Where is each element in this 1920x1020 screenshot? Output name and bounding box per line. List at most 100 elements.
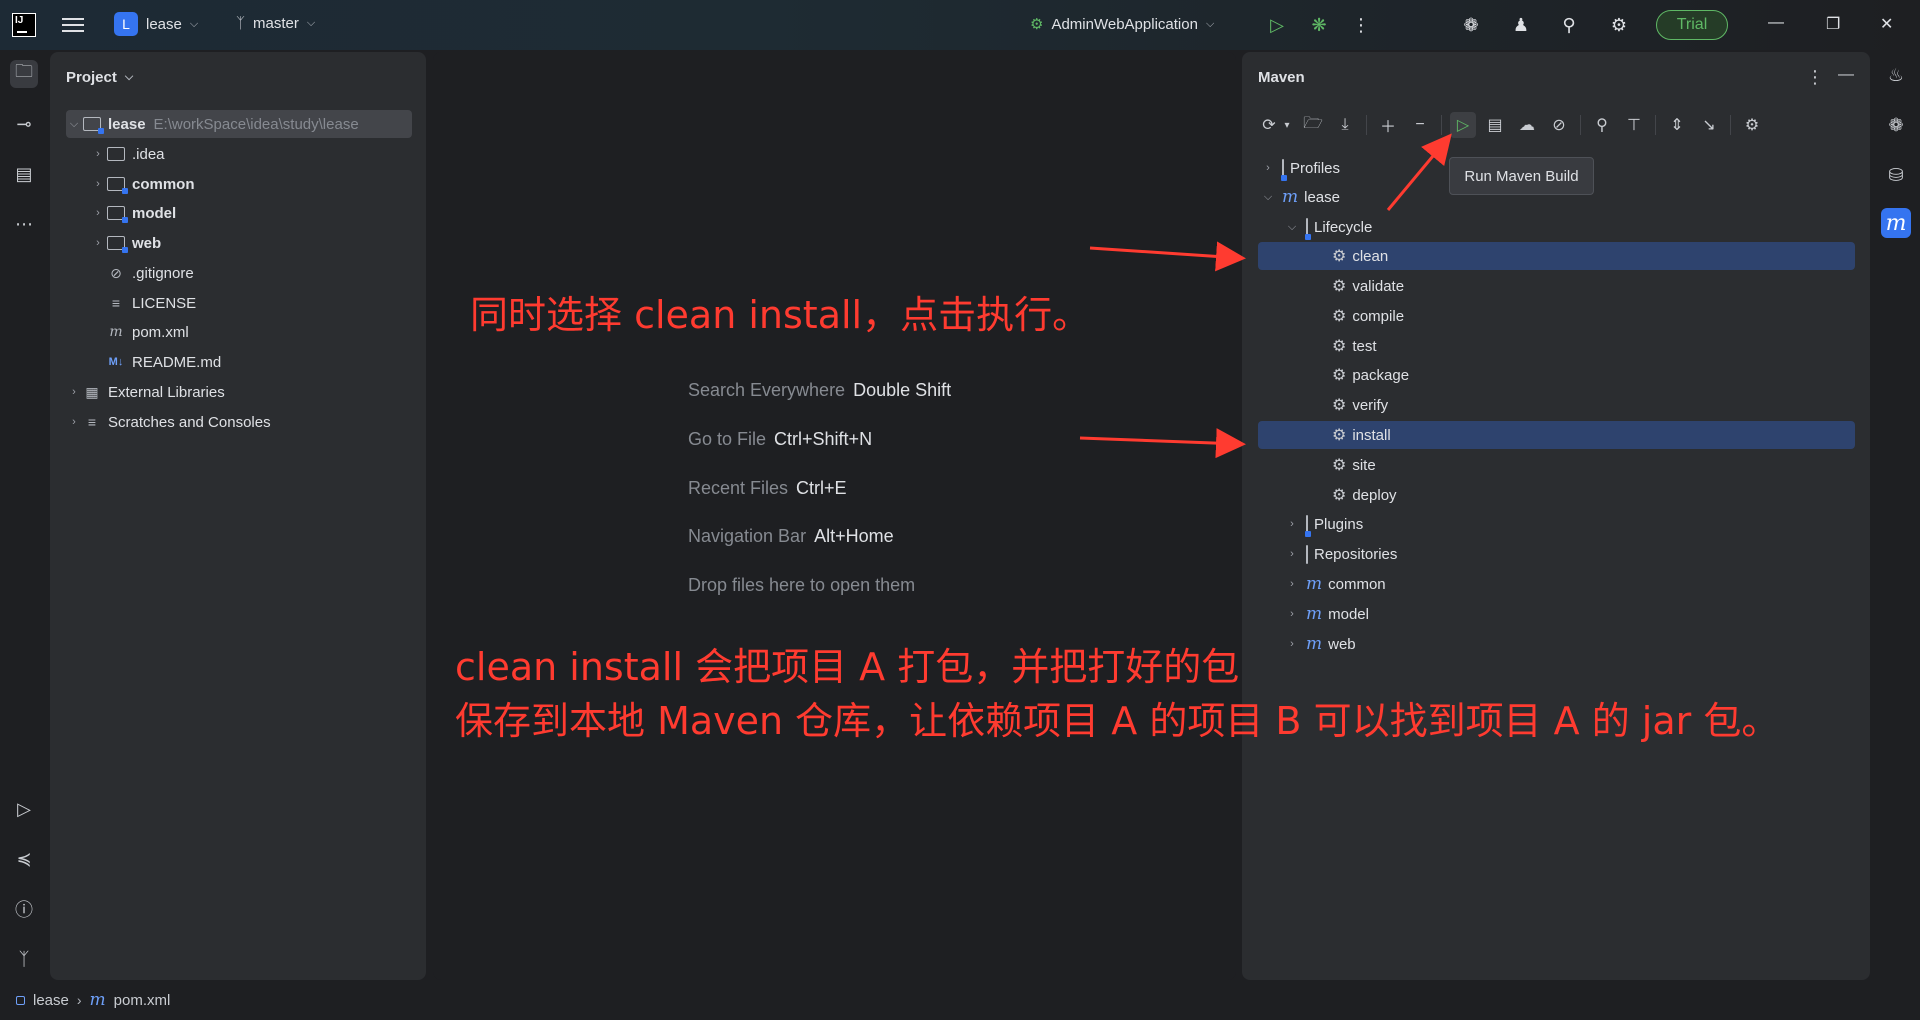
tree-item-idea[interactable]: › .idea	[90, 140, 164, 168]
chevron-down-icon[interactable]: ⌵	[1284, 221, 1300, 234]
hint-recent-files: Recent Files Ctrl+E	[688, 478, 847, 498]
chevron-down-icon[interactable]: ⌵	[66, 118, 82, 131]
trial-button[interactable]: Trial	[1656, 10, 1728, 40]
maven-phase-test[interactable]: ⚙ test	[1332, 332, 1377, 360]
debug-icon[interactable]: ❋	[1306, 12, 1332, 38]
download-icon[interactable]: ⤓	[1332, 112, 1358, 138]
collapse-icon[interactable]: ↘	[1696, 112, 1722, 138]
search-icon[interactable]: ⚲	[1556, 12, 1582, 38]
maven-phase-site[interactable]: ⚙ site	[1332, 451, 1376, 479]
more-actions-icon[interactable]: ⋮	[1348, 12, 1374, 38]
chevron-right-icon[interactable]: ›	[1260, 162, 1276, 174]
maven-settings-icon[interactable]: ⚙	[1739, 112, 1765, 138]
maven-phase-install[interactable]: ⚙ install	[1258, 421, 1855, 449]
tree-item-readme[interactable]: M↓ README.md	[106, 348, 222, 376]
problems-icon[interactable]: ⓘ	[10, 895, 38, 923]
git-icon[interactable]: ᛉ	[10, 945, 38, 973]
spring-boot-icon: ⚙	[1030, 16, 1044, 33]
maven-phase-deploy[interactable]: ⚙ deploy	[1332, 481, 1397, 509]
tree-item-model[interactable]: › model	[90, 199, 176, 227]
chevron-right-icon[interactable]: ›	[1284, 638, 1300, 650]
intellij-logo-icon: IJ	[12, 13, 36, 37]
maven-phase-clean[interactable]: ⚙ clean	[1258, 242, 1855, 270]
maven-phase-package[interactable]: ⚙ package	[1332, 361, 1409, 389]
maven-tree-lifecycle[interactable]: ⌵ Lifecycle	[1284, 213, 1372, 241]
add-icon[interactable]: ＋	[1375, 112, 1401, 138]
tree-item-web[interactable]: › web	[90, 229, 161, 257]
tree-item-external-libraries[interactable]: › ▦ External Libraries	[66, 378, 225, 406]
main-menu-icon[interactable]	[62, 14, 84, 36]
run-config-name: AdminWebApplication	[1051, 15, 1198, 33]
ai-chat-icon[interactable]: ❁	[1881, 110, 1911, 140]
remove-icon[interactable]: −	[1407, 112, 1433, 138]
ai-assistant-icon[interactable]: ❁	[1458, 12, 1484, 38]
services-icon[interactable]: ▷	[10, 795, 38, 823]
branch-selector[interactable]: ᛉ master ⌵	[236, 15, 315, 32]
chevron-right-icon[interactable]: ›	[90, 148, 106, 160]
chevron-right-icon[interactable]: ›	[90, 178, 106, 190]
structure-icon[interactable]: ▤	[10, 160, 38, 188]
run-maven-build-icon[interactable]: ▷	[1450, 112, 1476, 138]
tree-item-pom[interactable]: m pom.xml	[106, 318, 188, 346]
tree-item-license[interactable]: ≡ LICENSE	[106, 289, 196, 317]
breadcrumb-file[interactable]: pom.xml	[114, 992, 171, 1009]
breadcrumb-project[interactable]: lease	[33, 992, 69, 1009]
chevron-right-icon[interactable]: ›	[1284, 608, 1300, 620]
tree-item-root[interactable]: ⌵ lease E:\workSpace\idea\study\lease	[66, 110, 412, 138]
toolbar-separator	[1441, 115, 1442, 135]
maven-tree-plugins[interactable]: › Plugins	[1284, 510, 1363, 538]
reload-icon[interactable]: ⟳	[1256, 112, 1282, 138]
show-dependencies-icon[interactable]: ⚲	[1589, 112, 1615, 138]
commit-icon[interactable]: ⊸	[10, 110, 38, 138]
minimize-icon[interactable]: —	[1768, 14, 1784, 32]
maven-tree-repositories[interactable]: › Repositories	[1284, 540, 1397, 568]
module-folder-icon	[106, 175, 128, 194]
chevron-right-icon[interactable]: ›	[90, 207, 106, 219]
more-options-icon[interactable]: ⋮	[1806, 67, 1824, 88]
run-config-selector[interactable]: ⚙ AdminWebApplication ⌵	[1030, 15, 1214, 34]
maven-phase-verify[interactable]: ⚙ verify	[1332, 391, 1388, 419]
offline-mode-icon[interactable]: ☁	[1514, 112, 1540, 138]
chevron-right-icon[interactable]: ›	[1284, 548, 1300, 560]
project-panel-title[interactable]: Project ⌵	[66, 69, 133, 86]
notifications-icon[interactable]: ♨	[1881, 60, 1911, 90]
tree-item-common[interactable]: › common	[90, 170, 195, 198]
settings-gear-icon[interactable]: ⚙	[1606, 12, 1632, 38]
close-icon[interactable]: ✕	[1880, 14, 1893, 34]
maven-phase-validate[interactable]: ⚙ validate	[1332, 272, 1404, 300]
chevron-right-icon[interactable]: ›	[66, 386, 82, 398]
tree-item-scratches[interactable]: › ≡ Scratches and Consoles	[66, 408, 270, 436]
execute-goal-icon[interactable]: ▤	[1482, 112, 1508, 138]
expand-all-icon[interactable]: ⇕	[1664, 112, 1690, 138]
add-user-icon[interactable]: ♟	[1508, 12, 1534, 38]
run-icon[interactable]: ▷	[1264, 12, 1290, 38]
database-icon[interactable]: ⛁	[1881, 160, 1911, 190]
skip-tests-icon[interactable]: ⊘	[1546, 112, 1572, 138]
project-tool-icon[interactable]: 🗀	[10, 60, 38, 88]
more-tools-icon[interactable]: ⋯	[10, 210, 38, 238]
tree-item-gitignore[interactable]: ⊘ .gitignore	[106, 259, 194, 287]
maven-tool-icon[interactable]: m	[1881, 208, 1911, 238]
generate-sources-icon[interactable]: 🗁	[1300, 112, 1326, 138]
collapse-all-icon[interactable]: ⊤	[1621, 112, 1647, 138]
gear-icon: ⚙	[1332, 278, 1347, 295]
restore-icon[interactable]: ❐	[1826, 14, 1840, 34]
terminal-icon[interactable]: ≼	[10, 845, 38, 873]
chevron-right-icon[interactable]: ›	[1284, 578, 1300, 590]
maven-tree-module-common[interactable]: › m common	[1284, 570, 1386, 598]
chevron-right-icon[interactable]: ›	[90, 237, 106, 249]
chevron-down-icon[interactable]: ⌵	[1260, 191, 1276, 204]
maven-phase-compile[interactable]: ⚙ compile	[1332, 302, 1404, 330]
annotation-bottom-line2: 保存到本地 Maven 仓库，让依赖项目 A 的项目 B 可以找到项目 A 的 …	[455, 699, 1780, 743]
hide-panel-icon[interactable]: —	[1838, 66, 1854, 84]
maven-tree-module-model[interactable]: › m model	[1284, 600, 1369, 628]
maven-tree-root[interactable]: ⌵ m lease	[1260, 183, 1340, 211]
chevron-right-icon[interactable]: ›	[1284, 518, 1300, 530]
chevron-down-icon: ⌵	[306, 17, 316, 29]
maven-tree-profiles[interactable]: › Profiles	[1260, 154, 1340, 182]
chevron-right-icon[interactable]: ›	[66, 416, 82, 428]
gear-icon: ⚙	[1332, 487, 1347, 504]
project-selector[interactable]: L lease ⌵	[114, 12, 198, 36]
chevron-down-icon[interactable]: ▾	[1280, 112, 1294, 138]
maven-tree-module-web[interactable]: › m web	[1284, 630, 1356, 658]
